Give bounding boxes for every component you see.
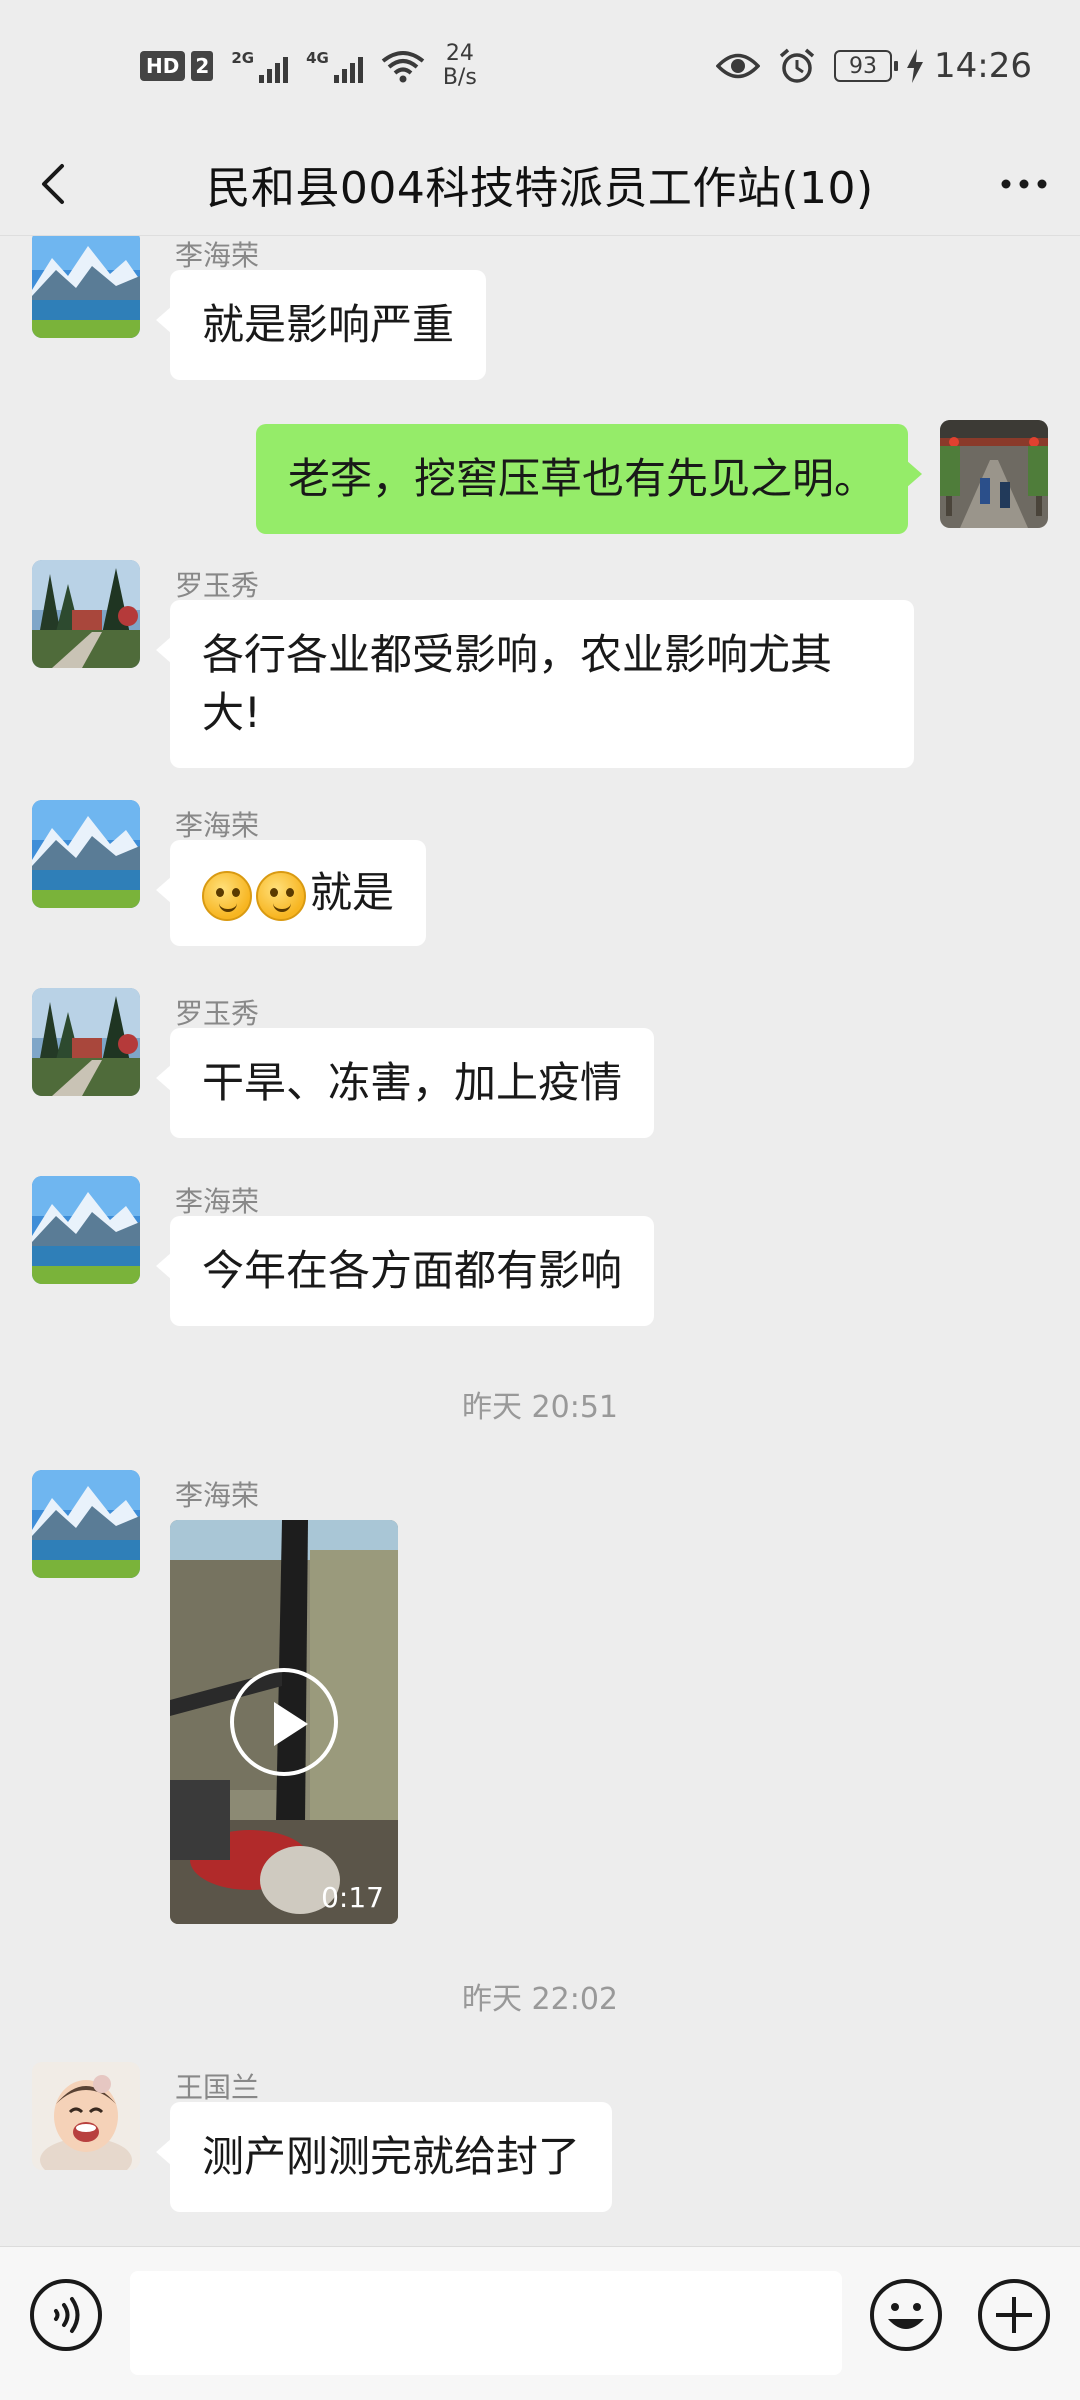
message-input[interactable] (130, 2271, 842, 2375)
clock: 14:26 (934, 46, 1032, 86)
smile-emoji-icon (256, 870, 306, 921)
charging-icon (907, 49, 924, 83)
wifi-icon (381, 51, 425, 83)
avatar[interactable] (32, 236, 140, 338)
chat-header: 民和县004科技特派员工作站(10) (0, 132, 1080, 236)
signal-4g-icon: 4G (306, 49, 363, 83)
network-speed: 24 B/s (442, 41, 477, 90)
message-bubble[interactable]: 各行各业都受影响，农业影响尤其 大! (156, 600, 914, 768)
timestamp: 昨天 20:51 (462, 1390, 618, 1425)
my-avatar[interactable] (940, 420, 1048, 528)
message-list[interactable]: 李海荣 就是影响严重 老李，挖窖压草也有先见之明。 罗玉秀 各行各业都受影响，农… (0, 236, 1080, 2246)
avatar[interactable] (32, 1470, 140, 1578)
sender-name: 李海荣 (175, 809, 260, 842)
play-icon[interactable] (230, 1668, 338, 1776)
sender-name: 李海荣 (175, 1185, 260, 1218)
message-bubble[interactable]: 就是影响严重 (155, 270, 487, 380)
chat-title: 民和县004科技特派员工作站(10) (206, 162, 874, 214)
signal-2g-icon: 2G (231, 49, 289, 83)
more-options-icon[interactable] (994, 158, 1054, 210)
sim-badge: 2 (191, 51, 214, 81)
status-bar: HD 2 2G 4G 24 B/s 93 14:26 (0, 0, 1080, 132)
video-message[interactable]: 0:17 (170, 1520, 398, 1924)
emoji-icon[interactable] (868, 2277, 944, 2353)
avatar[interactable] (32, 1176, 140, 1284)
chat-screen: HD 2 2G 4G 24 B/s 93 14:26 民和县004科技特派员工作… (0, 0, 1080, 2400)
voice-input-icon[interactable] (28, 2277, 104, 2353)
avatar[interactable] (32, 800, 140, 908)
eye-icon (716, 53, 761, 79)
sender-name: 罗玉秀 (175, 997, 260, 1030)
hd-badge: HD (140, 51, 186, 81)
message-bubble[interactable]: 测产刚测完就给封了 (155, 2102, 613, 2212)
plus-icon[interactable] (976, 2277, 1052, 2353)
sender-name: 王国兰 (175, 2071, 260, 2104)
battery-indicator: 93 (834, 50, 899, 82)
avatar[interactable] (32, 988, 140, 1096)
message-bubble[interactable]: 干旱、冻害，加上疫情 (155, 1028, 655, 1138)
sender-name: 李海荣 (175, 1479, 260, 1512)
message-bubble[interactable]: 今年在各方面都有影响 (155, 1216, 655, 1326)
back-arrow-icon[interactable] (28, 158, 80, 210)
avatar[interactable] (32, 2062, 140, 2170)
status-bar-right: 93 14:26 (716, 46, 1032, 86)
message-bubble[interactable]: 就是 (155, 840, 427, 946)
input-bar (0, 2246, 1080, 2400)
alarm-icon (779, 48, 815, 83)
smile-emoji-icon (202, 870, 252, 921)
message-bubble-mine[interactable]: 老李，挖窖压草也有先见之明。 (255, 424, 923, 534)
status-bar-left: HD 2 2G 4G 24 B/s (140, 42, 477, 90)
sender-name: 李海荣 (175, 239, 260, 272)
avatar[interactable] (32, 560, 140, 668)
timestamp: 昨天 22:02 (462, 1982, 618, 2017)
video-duration: 0:17 (321, 1881, 384, 1914)
sender-name: 罗玉秀 (175, 569, 260, 602)
